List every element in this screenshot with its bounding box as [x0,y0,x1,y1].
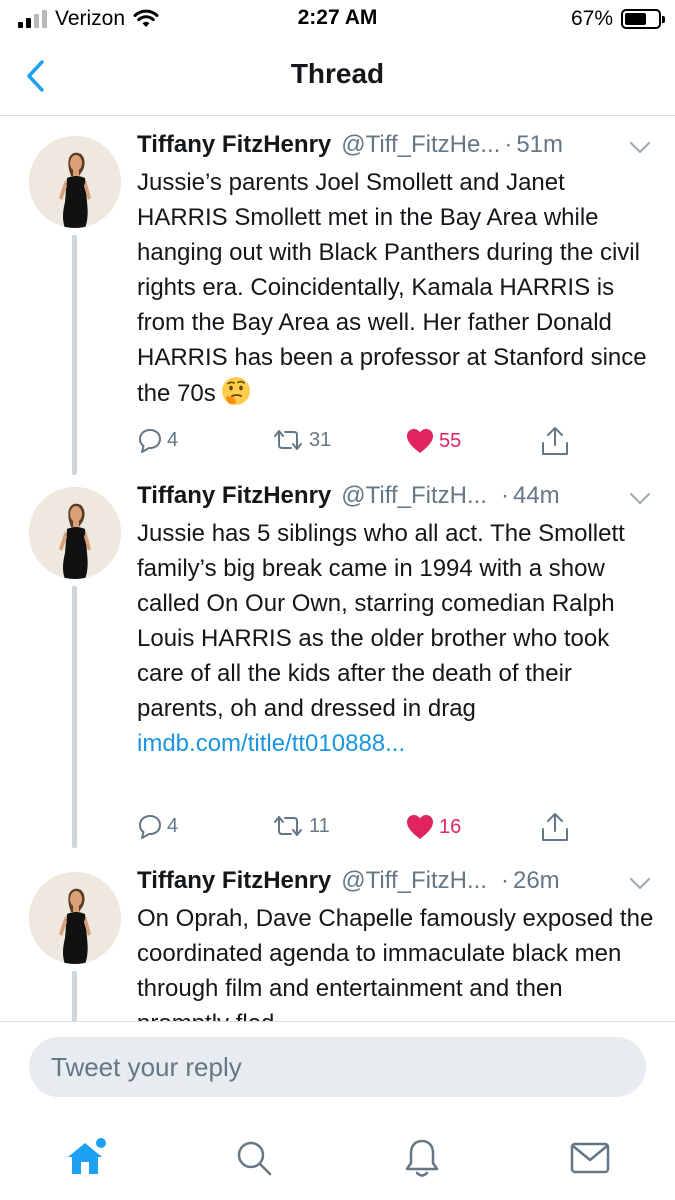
retweet-count: 11 [309,814,330,837]
separator-dot: · [500,867,509,894]
like-count: 16 [439,815,462,838]
search-icon [237,1141,272,1176]
tweet[interactable]: Tiffany FitzHenry @Tiff_FitzH... · 26m O… [0,857,675,1021]
tweet-body: Tiffany FitzHenry @Tiff_FitzH... · 26m O… [137,867,661,1021]
author-name[interactable]: Tiffany FitzHenry [137,867,331,895]
avatar[interactable] [29,487,121,579]
share-icon [542,427,568,455]
avatar[interactable] [29,872,121,964]
reply-icon [139,815,161,839]
tweet[interactable]: Tiffany FitzHenry @Tiff_FitzH... · 44m J… [0,472,675,862]
tab-search[interactable] [224,1132,284,1184]
tweet-header: Tiffany FitzHenry @Tiff_FitzHe... · 51m [137,131,661,165]
tweet-actions: 4 11 16 [0,809,675,849]
profile-photo [29,487,121,579]
battery-level-fill [625,13,647,25]
reply-icon [139,429,161,453]
author-handle[interactable]: @Tiff_FitzH... [341,867,487,895]
status-bar: Verizon 2:27 AM 67% [0,0,675,40]
author-handle[interactable]: @Tiff_FitzH... [341,482,487,510]
author-handle[interactable]: @Tiff_FitzHe... [341,131,500,159]
chevron-down-icon[interactable] [629,877,651,891]
home-icon [68,1138,106,1174]
tweet[interactable]: Tiffany FitzHenry @Tiff_FitzHe... · 51m … [0,117,675,487]
status-right: 67% [570,6,665,32]
navigation-bar: Thread [0,40,675,116]
share-button[interactable] [540,425,570,457]
page-title: Thread [290,58,385,89]
reply-count: 4 [167,814,179,837]
notifications-bell-icon [405,1139,439,1177]
tweet-timestamp: 44m [512,482,560,509]
heart-icon [407,815,433,839]
tab-home[interactable] [56,1132,116,1184]
tweet-text: On Oprah, Dave Chapelle famously exposed… [137,905,654,1021]
retweet-icon [274,816,302,836]
chevron-down-icon[interactable] [629,141,651,155]
tweet-actions: 4 31 55 [0,423,675,463]
tab-bar [0,1118,675,1200]
retweet-button[interactable]: 11 [271,813,330,839]
share-icon [542,813,568,841]
share-button[interactable] [540,811,570,843]
like-button[interactable]: 16 [405,813,461,841]
tweet-header: Tiffany FitzHenry @Tiff_FitzH... · 44m [137,482,661,516]
profile-photo [29,136,121,228]
tweet-body: Tiffany FitzHenry @Tiff_FitzHe... · 51m … [137,131,661,411]
reply-composer: Tweet your reply [0,1021,675,1117]
messages-envelope-icon [570,1142,610,1174]
reply-count: 4 [167,428,179,451]
tweet-timestamp: 51m [516,131,563,158]
heart-icon [407,429,433,453]
separator-dot: · [500,482,509,509]
tweet-body: Tiffany FitzHenry @Tiff_FitzH... · 44m J… [137,482,661,761]
profile-photo [29,872,121,964]
tweet-thread: Tiffany FitzHenry @Tiff_FitzHe... · 51m … [0,117,675,1021]
retweet-button[interactable]: 31 [271,427,331,453]
tweet-text-content: Jussie’s parents Joel Smollett and Janet… [137,169,647,407]
author-name[interactable]: Tiffany FitzHenry [137,131,331,159]
tweet-text: Jussie has 5 siblings who all act. The S… [137,520,625,722]
chevron-down-icon[interactable] [629,492,651,506]
reply-button[interactable]: 4 [137,427,178,453]
battery-cap [662,16,665,23]
avatar[interactable] [29,136,121,228]
tab-messages[interactable] [560,1132,620,1184]
retweet-icon [274,430,302,450]
thread-connector-line [72,971,77,1021]
tab-notifications[interactable] [392,1132,452,1184]
battery-icon [621,9,665,29]
separator-dot: · [504,131,513,158]
tweet-link[interactable]: imdb.com/title/tt010888... [137,726,661,761]
reply-button[interactable]: 4 [137,813,178,839]
author-name[interactable]: Tiffany FitzHenry [137,482,331,510]
like-count: 55 [439,429,462,452]
tweet-header: Tiffany FitzHenry @Tiff_FitzH... · 26m [137,867,661,901]
retweet-count: 31 [309,428,332,451]
tweet-text: Jussie’s parents Joel Smollett and Janet… [137,165,661,411]
battery-percentage: 67% [570,7,613,30]
tweet-timestamp: 26m [512,867,560,894]
reply-input[interactable]: Tweet your reply [29,1037,646,1097]
thinking-face-emoji [221,377,250,405]
like-button[interactable]: 55 [405,427,461,455]
